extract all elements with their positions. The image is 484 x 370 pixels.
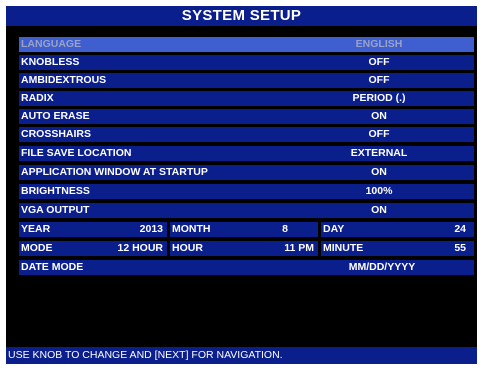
setting-label: RADIX bbox=[21, 92, 54, 104]
setting-value: PERIOD (.) bbox=[352, 92, 406, 104]
month-value: 8 bbox=[282, 223, 288, 235]
setting-label: LANGUAGE bbox=[21, 38, 82, 50]
setting-label: APPLICATION WINDOW AT STARTUP bbox=[21, 166, 208, 178]
year-field[interactable]: YEAR 2013 bbox=[19, 222, 167, 237]
setting-value: MM/DD/YYYY bbox=[348, 261, 416, 273]
day-label: DAY bbox=[323, 223, 345, 235]
setting-row-file-save-location[interactable]: FILE SAVE LOCATION EXTERNAL bbox=[19, 146, 474, 161]
setting-row-crosshairs[interactable]: CROSSHAIRS OFF bbox=[19, 127, 474, 142]
setting-value: OFF bbox=[368, 56, 390, 68]
setting-label: AUTO ERASE bbox=[21, 110, 90, 122]
setting-value: ON bbox=[371, 110, 387, 122]
setting-value: ENGLISH bbox=[355, 38, 403, 50]
setting-row-date-mode[interactable]: DATE MODE MM/DD/YYYY bbox=[19, 260, 474, 275]
setting-row-knobless[interactable]: KNOBLESS OFF bbox=[19, 55, 474, 70]
minute-value: 55 bbox=[454, 242, 466, 254]
year-value: 2013 bbox=[139, 223, 163, 235]
setting-value: 100% bbox=[365, 185, 393, 197]
setting-value: ON bbox=[371, 204, 387, 216]
setting-row-radix[interactable]: RADIX PERIOD (.) bbox=[19, 91, 474, 106]
setting-value: OFF bbox=[368, 128, 390, 140]
setting-value: EXTERNAL bbox=[350, 147, 408, 159]
setting-label: VGA OUTPUT bbox=[21, 204, 90, 216]
setting-row-ambidextrous[interactable]: AMBIDEXTROUS OFF bbox=[19, 73, 474, 88]
setting-row-brightness[interactable]: BRIGHTNESS 100% bbox=[19, 184, 474, 199]
system-setup-screen: SYSTEM SETUP LANGUAGE ENGLISH KNOBLESS O… bbox=[6, 6, 477, 364]
help-text: USE KNOB TO CHANGE AND [NEXT] FOR NAVIGA… bbox=[8, 349, 283, 361]
hour-value: 11 PM bbox=[284, 242, 314, 254]
hour-label: HOUR bbox=[172, 242, 203, 254]
setting-label: DATE MODE bbox=[21, 261, 84, 273]
month-field[interactable]: MONTH 8 bbox=[170, 222, 318, 237]
setting-label: AMBIDEXTROUS bbox=[21, 74, 107, 86]
setting-row-vga-output[interactable]: VGA OUTPUT ON bbox=[19, 203, 474, 218]
status-bar: USE KNOB TO CHANGE AND [NEXT] FOR NAVIGA… bbox=[6, 347, 477, 364]
setting-row-application-window[interactable]: APPLICATION WINDOW AT STARTUP ON bbox=[19, 165, 474, 180]
mode-value: 12 HOUR bbox=[117, 242, 163, 254]
setting-value: OFF bbox=[368, 74, 390, 86]
mode-label: MODE bbox=[21, 242, 53, 254]
day-value: 24 bbox=[454, 223, 466, 235]
setting-label: FILE SAVE LOCATION bbox=[21, 147, 132, 159]
setting-label: KNOBLESS bbox=[21, 56, 80, 68]
setting-label: CROSSHAIRS bbox=[21, 128, 92, 140]
minute-field[interactable]: MINUTE 55 bbox=[321, 241, 474, 256]
page-title: SYSTEM SETUP bbox=[6, 6, 477, 26]
minute-label: MINUTE bbox=[323, 242, 364, 254]
setting-row-language[interactable]: LANGUAGE ENGLISH bbox=[19, 37, 474, 52]
mode-field[interactable]: MODE 12 HOUR bbox=[19, 241, 167, 256]
year-label: YEAR bbox=[21, 223, 51, 235]
setting-row-auto-erase[interactable]: AUTO ERASE ON bbox=[19, 109, 474, 124]
setting-value: ON bbox=[371, 166, 387, 178]
setting-label: BRIGHTNESS bbox=[21, 185, 90, 197]
day-field[interactable]: DAY 24 bbox=[321, 222, 474, 237]
hour-field[interactable]: HOUR 11 PM bbox=[170, 241, 318, 256]
month-label: MONTH bbox=[172, 223, 211, 235]
